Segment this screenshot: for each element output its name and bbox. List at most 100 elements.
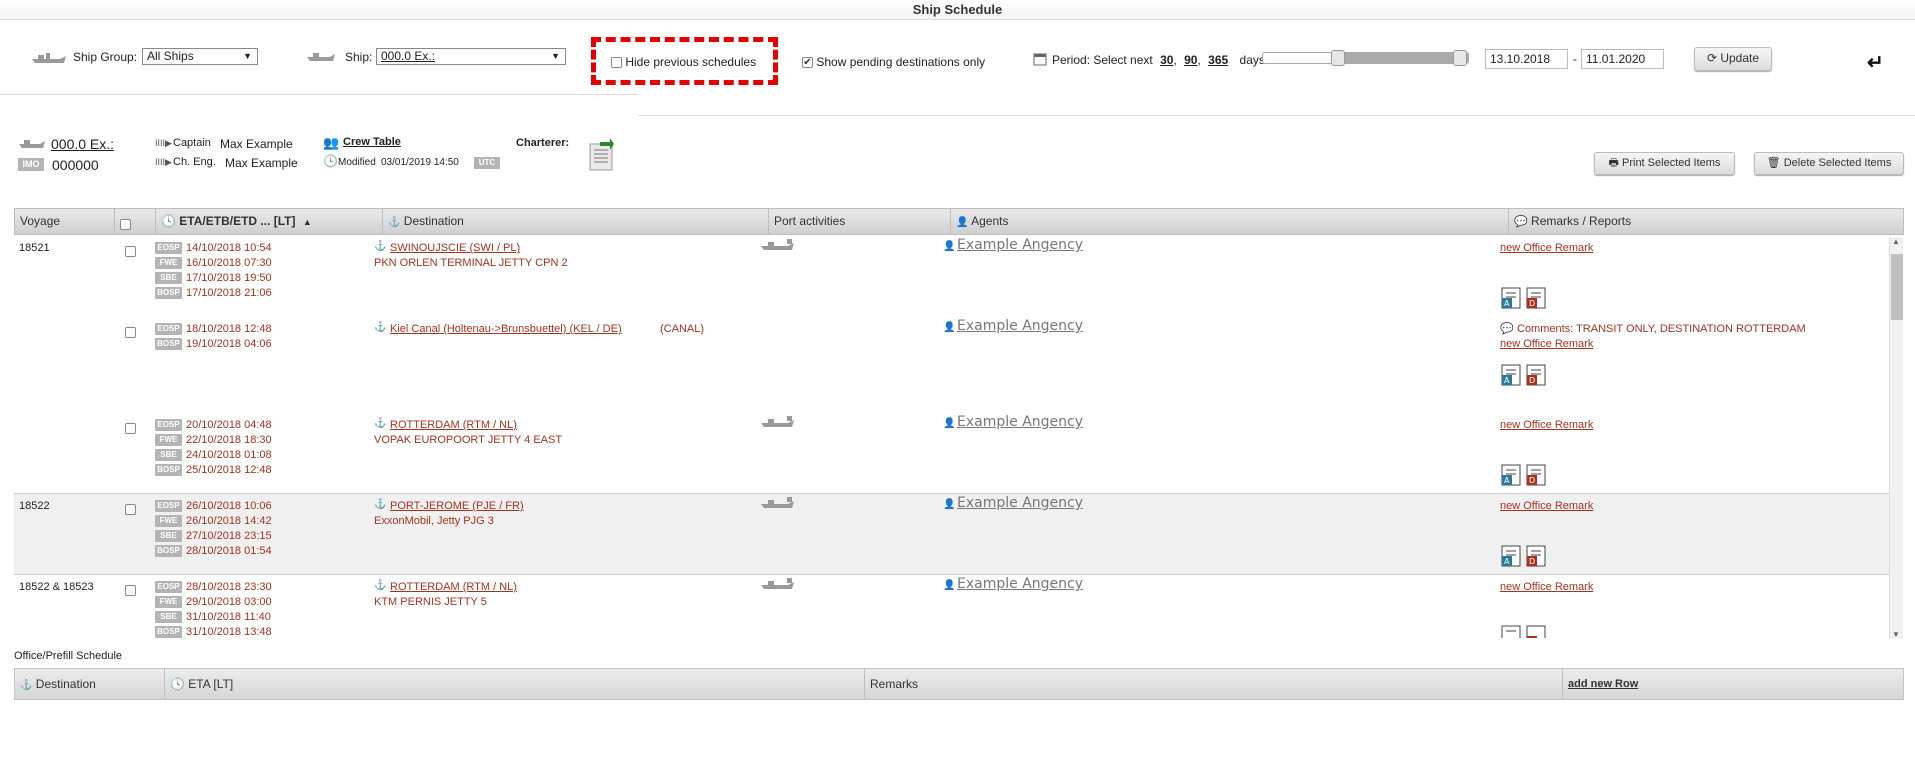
update-button[interactable]: ⟳ Update [1694, 47, 1772, 71]
agent-link[interactable]: Example Angency [957, 495, 1083, 511]
destination-link[interactable]: Kiel Canal (Holtenau->Brunsbuettel) (KEL… [390, 323, 622, 335]
pending-checkbox[interactable] [802, 57, 813, 69]
crew-table-link[interactable]: Crew Table [343, 136, 401, 148]
ship-group-select[interactable]: All Ships ▼ [142, 48, 258, 65]
report-icons: AD [1501, 545, 1549, 567]
office-col-destination[interactable]: ⚓ Destination [15, 669, 165, 699]
svg-text:D: D [1529, 299, 1535, 308]
event-time: 31/10/2018 13:48 [186, 626, 272, 638]
row-select-checkbox[interactable] [125, 327, 136, 338]
person-icon: 👤 [943, 241, 956, 252]
table-scrollbar[interactable]: ▲ ▼ [1889, 237, 1903, 639]
scrollbar-thumb[interactable] [1891, 254, 1903, 320]
col-eta-label: ETA/ETB/ETD ... [LT] [179, 214, 296, 228]
office-col-remarks[interactable]: Remarks [865, 669, 1563, 699]
period-selector: Period: Select next 30, 90, 365 days [1052, 53, 1265, 67]
calendar-icon [1033, 52, 1047, 69]
event-time: 29/10/2018 03:00 [186, 596, 272, 608]
printer-icon: 🖶 [1608, 157, 1619, 169]
report-a-icon[interactable]: AD [1501, 364, 1549, 386]
new-office-remark-link[interactable]: new Office Remark [1500, 242, 1593, 254]
person-icon: 👤 [943, 322, 956, 333]
delete-selected-button[interactable]: 🗑 Delete Selected Items [1754, 152, 1904, 175]
eta-entry: FWE 29/10/2018 03:00 [155, 595, 272, 610]
event-tag: BOSP [155, 626, 182, 639]
utc-badge: UTC [474, 157, 500, 169]
office-col-eta[interactable]: 🕓 ETA [LT] [165, 669, 865, 699]
date-to-input[interactable]: 11.01.2020 [1581, 49, 1664, 69]
voyage-number: 18522 [19, 500, 50, 512]
period-slider-handle-end[interactable] [1453, 50, 1467, 66]
col-select-all[interactable] [115, 209, 156, 234]
event-time: 24/10/2018 01:08 [186, 449, 272, 461]
new-office-remark-link[interactable]: new Office Remark [1500, 500, 1593, 512]
period-slider[interactable] [1262, 50, 1469, 66]
anchor-icon: ⚓ [374, 580, 387, 591]
period-slider-handle-start[interactable] [1331, 50, 1345, 66]
event-tag: EOSP [155, 500, 182, 513]
event-time: 17/10/2018 19:50 [186, 272, 272, 284]
report-icons: AD [1501, 464, 1549, 486]
charterer-document-icon[interactable] [588, 138, 614, 175]
period-30-link[interactable]: 30 [1160, 53, 1173, 67]
agent-link[interactable]: Example Angency [957, 237, 1083, 253]
eta-entry: BOSP 31/10/2018 13:48 [155, 625, 272, 640]
period-label: Period: Select next [1052, 53, 1153, 67]
scroll-up-icon[interactable]: ▲ [1892, 237, 1900, 246]
vessel-name-link[interactable]: 000.0 Ex.: [51, 136, 114, 152]
destination-link[interactable]: ROTTERDAM (RTM / NL) [390, 419, 517, 431]
eta-entry: SBE 31/10/2018 11:40 [155, 610, 271, 625]
destination-link[interactable]: SWINOUJSCIE (SWI / PL) [390, 242, 520, 254]
col-agents[interactable]: 👤 Agents [951, 209, 1509, 234]
print-selected-button[interactable]: 🖶 Print Selected Items [1594, 152, 1735, 175]
back-arrow-icon[interactable]: ↵ [1867, 50, 1884, 75]
new-office-remark-link[interactable]: new Office Remark [1500, 338, 1593, 350]
col-eta[interactable]: 🕓 ETA/ETB/ETD ... [LT] ▲ [156, 209, 383, 234]
svg-text:A: A [1504, 557, 1510, 566]
agent-link[interactable]: Example Angency [957, 318, 1083, 334]
add-new-row-link[interactable]: add new Row [1563, 669, 1903, 699]
ship-group-label: Ship Group: [73, 50, 138, 64]
hide-previous-option[interactable]: Hide previous schedules [611, 55, 756, 69]
col-agents-label: Agents [971, 214, 1009, 228]
hide-previous-checkbox[interactable] [611, 57, 622, 69]
new-office-remark-link[interactable]: new Office Remark [1500, 581, 1593, 593]
scroll-down-icon[interactable]: ▼ [1892, 630, 1900, 639]
period-365-link[interactable]: 365 [1208, 53, 1228, 67]
row-select-checkbox[interactable] [125, 423, 136, 434]
ship-select[interactable]: 000.0 Ex.: ▼ [376, 48, 566, 65]
row-select-checkbox[interactable] [125, 246, 136, 257]
ship-group-value: All Ships [147, 49, 194, 63]
crew-icon: 👥 [323, 135, 340, 150]
report-icons [1501, 625, 1549, 638]
destination-link[interactable]: PORT-JEROME (PJE / FR) [390, 500, 524, 512]
col-remarks[interactable]: 💬 Remarks / Reports [1509, 209, 1903, 234]
event-tag: FWE [155, 434, 182, 447]
destination-link[interactable]: ROTTERDAM (RTM / NL) [390, 581, 517, 593]
new-office-remark-link[interactable]: new Office Remark [1500, 419, 1593, 431]
period-90-link[interactable]: 90 [1184, 53, 1197, 67]
agent-link[interactable]: Example Angency [957, 576, 1083, 592]
report-a-icon[interactable]: AD [1501, 545, 1549, 567]
col-destination[interactable]: ⚓ Destination [383, 209, 769, 234]
row-select-checkbox[interactable] [125, 504, 136, 515]
date-from-input[interactable]: 13.10.2018 [1485, 49, 1568, 69]
report-a-icon[interactable]: AD [1501, 287, 1549, 309]
col-voyage[interactable]: Voyage [15, 209, 115, 234]
anchor-icon: ⚓ [374, 241, 387, 252]
col-port-activities[interactable]: Port activities [769, 209, 951, 234]
svg-text:D: D [1529, 476, 1535, 485]
delete-selected-label: Delete Selected Items [1783, 157, 1892, 169]
eta-entry: SBE 27/10/2018 23:15 [155, 529, 272, 544]
event-time: 18/10/2018 12:48 [186, 323, 272, 335]
agent-link[interactable]: Example Angency [957, 414, 1083, 430]
modified-value: 03/01/2019 14:50 [381, 157, 459, 168]
row-select-checkbox[interactable] [125, 585, 136, 596]
event-tag: SBE [155, 611, 182, 624]
clock-icon: 🕓 [170, 677, 185, 691]
pending-option[interactable]: Show pending destinations only [802, 55, 985, 69]
select-all-checkbox[interactable] [120, 219, 131, 231]
report-a-icon[interactable]: AD [1501, 464, 1549, 486]
port-activity-icon [760, 497, 796, 512]
event-tag: EOSP [155, 419, 182, 432]
